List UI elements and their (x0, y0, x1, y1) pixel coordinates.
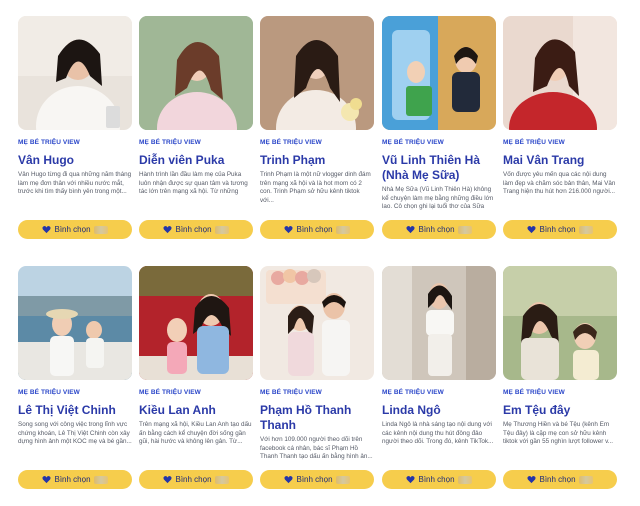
vote-label: Bình chọn (418, 475, 455, 484)
category-label: Mẹ bé triệu view (260, 139, 322, 146)
vote-label: Bình chọn (296, 475, 333, 484)
vote-count-blurred (93, 475, 108, 484)
category-label: Mẹ bé triệu view (382, 389, 444, 396)
vote-count-blurred (457, 225, 472, 234)
heart-icon (284, 226, 294, 234)
vote-button[interactable]: Bình chọn (503, 470, 617, 489)
candidate-card[interactable]: Mẹ bé triệu view Trinh Phạm Trinh Phạm l… (260, 16, 374, 240)
heart-icon (163, 226, 173, 234)
vote-label: Bình chọn (296, 225, 333, 234)
candidate-photo[interactable] (139, 16, 253, 130)
heart-icon (527, 476, 537, 484)
category-label: Mẹ bé triệu view (18, 139, 80, 146)
vote-count-blurred (93, 225, 108, 234)
vote-button[interactable]: Bình chọn (382, 220, 496, 239)
candidate-description: Vốn được yêu mến qua các nội dung làm đẹ… (503, 171, 616, 196)
vote-count-blurred (578, 475, 593, 484)
category-label: Mẹ bé triệu view (382, 139, 444, 146)
candidate-photo[interactable] (260, 266, 374, 380)
candidate-photo[interactable] (139, 266, 253, 380)
vote-button[interactable]: Bình chọn (382, 470, 496, 489)
vote-count-blurred (578, 225, 593, 234)
candidate-card[interactable]: Mẹ bé triệu view Linda Ngô Linda Ngô là … (382, 266, 496, 490)
candidate-name[interactable]: Mai Vân Trang (503, 153, 621, 168)
category-label: Mẹ bé triệu view (260, 389, 322, 396)
candidate-description: Vân Hugo từng đi qua những năm tháng làm… (18, 171, 132, 196)
vote-button[interactable]: Bình chọn (139, 470, 253, 489)
vote-label: Bình chọn (175, 225, 212, 234)
heart-icon (284, 476, 294, 484)
candidate-card[interactable]: Mẹ bé triệu view Vân Hugo Vân Hugo từng … (18, 16, 132, 240)
candidate-photo[interactable] (18, 16, 132, 130)
candidate-photo[interactable] (382, 266, 496, 380)
candidate-card[interactable]: Mẹ bé triệu view Diễn viên Puka Hành trì… (139, 16, 253, 240)
candidate-description: Trên mạng xã hội, Kiều Lan Anh tạo dấu ấ… (139, 421, 252, 446)
candidate-description: Mẹ Thương Hiền và bé Tệu (kênh Em Tệu đâ… (503, 421, 614, 446)
candidate-photo[interactable] (260, 16, 374, 130)
candidate-description: Song song với công việc trong lĩnh vực c… (18, 421, 132, 446)
vote-label: Bình chọn (539, 225, 576, 234)
candidate-description: Hành trình lần đầu làm mẹ của Puka luôn … (139, 171, 248, 197)
candidate-name[interactable]: Linda Ngô (382, 403, 500, 418)
heart-icon (406, 476, 416, 484)
vote-button[interactable]: Bình chọn (260, 470, 374, 489)
candidate-description: Nhà Mẹ Sữa (Vũ Linh Thiên Hà) không kể c… (382, 186, 494, 212)
candidate-photo[interactable] (503, 16, 617, 130)
candidate-card[interactable]: Mẹ bé triệu view Phạm Hồ Thanh Thanh Với… (260, 266, 374, 490)
candidate-name[interactable]: Trinh Phạm (260, 153, 378, 168)
vote-count-blurred (214, 475, 229, 484)
vote-count-blurred (335, 475, 350, 484)
category-label: Mẹ bé triệu view (18, 389, 80, 396)
vote-label: Bình chọn (54, 475, 91, 484)
vote-label: Bình chọn (418, 225, 455, 234)
heart-icon (406, 226, 416, 234)
candidate-photo[interactable] (503, 266, 617, 380)
candidate-name[interactable]: Diễn viên Puka (139, 153, 257, 168)
candidate-card[interactable]: Mẹ bé triệu view Mai Vân Trang Vốn được … (503, 16, 617, 240)
heart-icon (527, 226, 537, 234)
vote-label: Bình chọn (175, 475, 212, 484)
vote-label: Bình chọn (54, 225, 91, 234)
candidate-description: Linda Ngô là nhà sáng tạo nội dung với c… (382, 421, 494, 446)
candidate-photo[interactable] (18, 266, 132, 380)
vote-button[interactable]: Bình chọn (139, 220, 253, 239)
vote-label: Bình chọn (539, 475, 576, 484)
heart-icon (42, 226, 52, 234)
vote-count-blurred (214, 225, 229, 234)
vote-count-blurred (335, 225, 350, 234)
category-label: Mẹ bé triệu view (503, 139, 565, 146)
heart-icon (42, 476, 52, 484)
candidate-name[interactable]: Vũ Linh Thiên Hà (Nhà Mẹ Sữa) (382, 153, 500, 183)
vote-button[interactable]: Bình chọn (18, 470, 132, 489)
candidate-description: Với hơn 109.000 người theo dõi trên face… (260, 436, 373, 461)
candidate-card[interactable]: Mẹ bé triệu view Lê Thị Việt Chinh Song … (18, 266, 132, 490)
vote-count-blurred (457, 475, 472, 484)
category-label: Mẹ bé triệu view (139, 389, 201, 396)
category-label: Mẹ bé triệu view (503, 389, 565, 396)
candidate-card[interactable]: Mẹ bé triệu view Kiều Lan Anh Trên mạng … (139, 266, 253, 490)
candidate-name[interactable]: Vân Hugo (18, 153, 136, 168)
candidate-name[interactable]: Kiều Lan Anh (139, 403, 257, 418)
vote-button[interactable]: Bình chọn (260, 220, 374, 239)
candidate-card[interactable]: Mẹ bé triệu view Vũ Linh Thiên Hà (Nhà M… (382, 16, 496, 240)
heart-icon (163, 476, 173, 484)
candidate-photo[interactable] (382, 16, 496, 130)
candidate-card[interactable]: Mẹ bé triệu view Em Tệu đây Mẹ Thương Hi… (503, 266, 617, 490)
vote-button[interactable]: Bình chọn (503, 220, 617, 239)
candidate-name[interactable]: Em Tệu đây (503, 403, 621, 418)
candidate-name[interactable]: Lê Thị Việt Chinh (18, 403, 136, 418)
vote-button[interactable]: Bình chọn (18, 220, 132, 239)
candidate-name[interactable]: Phạm Hồ Thanh Thanh (260, 403, 378, 433)
category-label: Mẹ bé triệu view (139, 139, 201, 146)
candidate-description: Trinh Phạm là một nữ vlogger dinh đám tr… (260, 171, 371, 204)
